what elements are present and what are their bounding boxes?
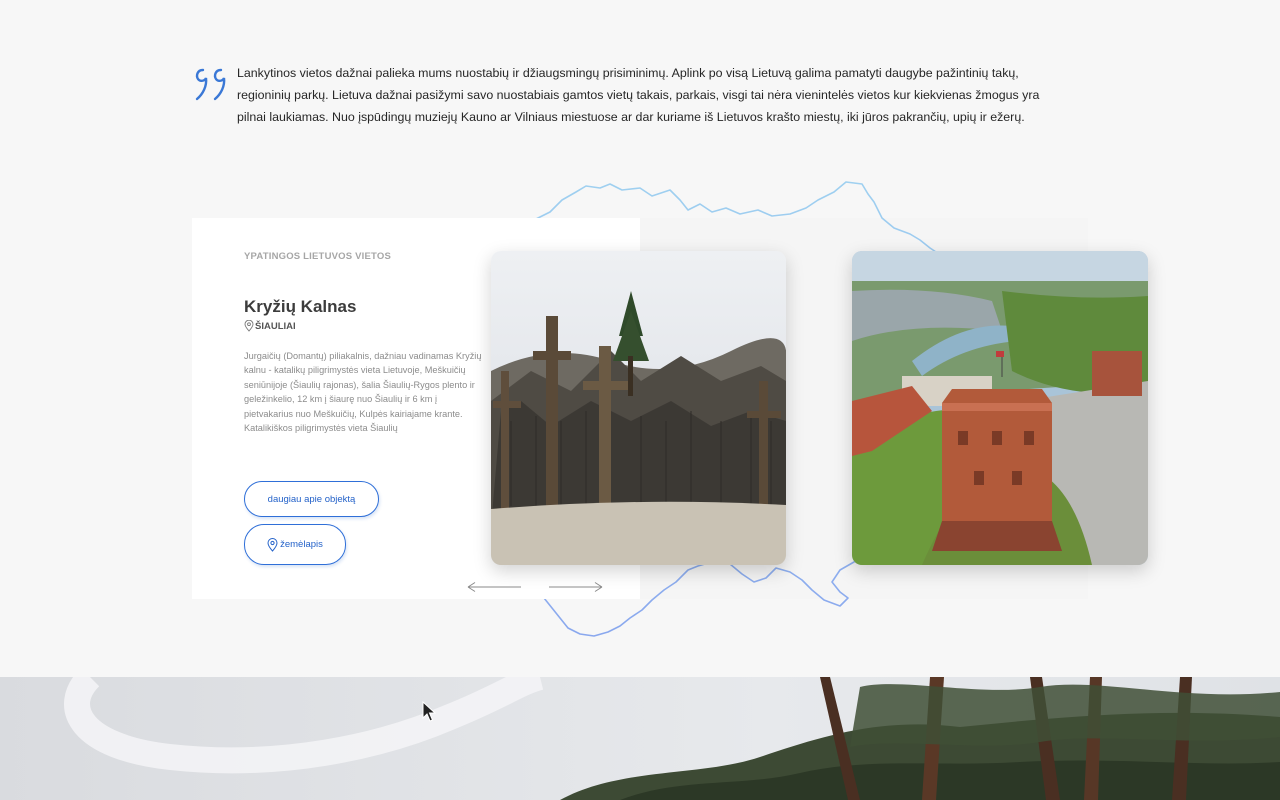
forest-banner-image [0, 677, 1280, 800]
place-location: ŠIAULIAI [244, 320, 296, 332]
map-pin-icon [244, 320, 254, 332]
more-about-label: daugiau apie objektą [267, 493, 356, 505]
arrow-right-icon[interactable] [547, 580, 605, 594]
arrow-left-icon[interactable] [465, 580, 523, 594]
map-button[interactable]: žemėlapis [244, 524, 346, 565]
slide-image-castle-tower[interactable] [852, 251, 1148, 565]
map-button-label: žemėlapis [280, 539, 323, 550]
section-eyebrow: YPATINGOS LIETUVOS VIETOS [244, 251, 391, 262]
quote-icon [195, 68, 226, 101]
intro-text: Lankytinos vietos dažnai palieka mums nu… [237, 66, 1040, 124]
more-about-button[interactable]: daugiau apie objektą [244, 481, 379, 517]
place-title: Kryžių Kalnas [244, 297, 357, 316]
map-pin-icon [267, 537, 278, 552]
slide-image-hill-of-crosses[interactable] [491, 251, 786, 565]
place-description: Jurgaičių (Domantų) piliakalnis, dažniau… [244, 351, 482, 434]
mouse-cursor-icon [422, 701, 436, 722]
place-location-label: ŠIAULIAI [255, 320, 296, 332]
